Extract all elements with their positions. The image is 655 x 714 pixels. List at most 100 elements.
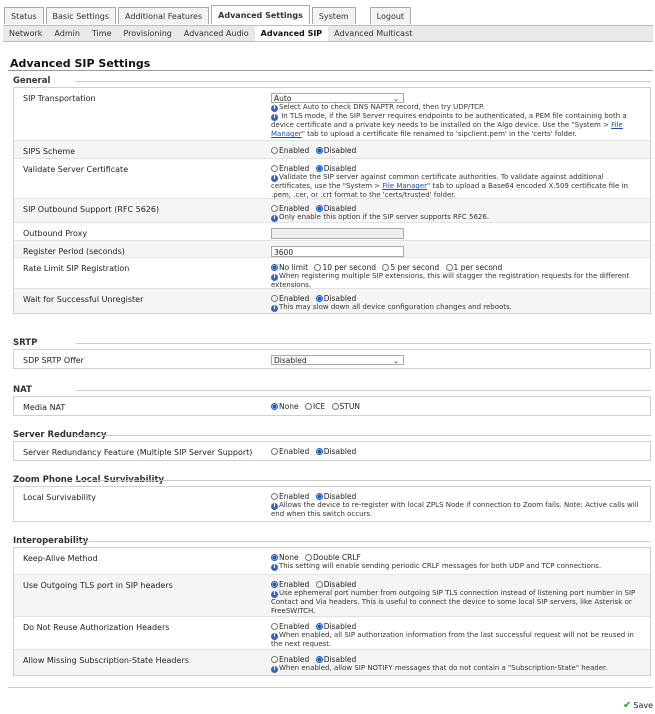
row-label: SIPS Scheme [23,147,76,156]
radio-no-limit[interactable]: No limit [271,263,308,272]
hint: i When enabled, all SIP authorization inf… [271,631,644,649]
chevron-down-icon: ⌄ [393,357,399,365]
radio-enabled[interactable]: Enabled [271,294,309,303]
hint: i When registering multiple SIP extension… [271,272,644,290]
radio-stun[interactable]: STUN [331,402,360,411]
hint: i In TLS mode, if the SIP Server require… [271,112,644,139]
radio-label: 5 per second [390,263,440,272]
row-outgoing-tls-port: Use Outgoing TLS port in SIP headers Ena… [14,575,650,617]
section-srtp: SRTP SDP SRTP Offer Disabled ⌄ [13,337,651,369]
radio-disabled[interactable]: Disabled [315,164,356,173]
row-label: Wait for Successful Unregister [23,295,144,304]
section-title-text: Server Redundancy [13,430,107,440]
radio-disabled[interactable]: Disabled [315,622,356,631]
radio-none[interactable]: None [271,402,299,411]
sip-transport-select[interactable]: Auto ⌄ [271,93,404,103]
radio-selected-icon [315,493,323,500]
radio-double-crlf[interactable]: Double CRLF [304,553,361,562]
sub-nav: Network Admin Time Provisioning Advanced… [3,25,653,42]
radio-disabled[interactable]: Disabled [315,204,356,213]
radio-label: Disabled [323,146,357,155]
radio-enabled[interactable]: Enabled [271,580,309,589]
subtab-time[interactable]: Time [86,26,118,41]
radio-disabled[interactable]: Disabled [315,294,356,303]
row-rate-limit: Rate Limit SIP Registration No limit 10 … [14,258,650,289]
row-label: Media NAT [23,403,66,412]
page-title: Advanced SIP Settings [10,57,151,70]
tab-advanced-settings[interactable]: Advanced Settings [211,5,310,24]
radio-enabled[interactable]: Enabled [271,492,309,501]
radio-label: Enabled [279,146,310,155]
radio-10-per-second[interactable]: 10 per second [314,263,376,272]
sdp-srtp-select[interactable]: Disabled ⌄ [271,355,404,365]
file-manager-link[interactable]: File Manager [382,182,427,190]
tab-additional-features[interactable]: Additional Features [118,7,210,24]
radio-label: STUN [339,402,360,411]
radio-label: 1 per second [453,263,503,272]
section-title-text: SRTP [13,338,38,348]
radio-disabled[interactable]: Disabled [315,447,357,456]
radio-1-per-second[interactable]: 1 per second [445,263,503,272]
radio-disabled[interactable]: Disabled [315,492,356,501]
radio-label: Enabled [279,492,310,501]
radio-disabled[interactable]: Disabled [315,655,356,664]
row-label: Register Period (seconds) [23,247,125,256]
radio-label: ICE [312,402,326,411]
row-value: Enabled Disabled i Only enable this optio… [271,204,644,222]
hint: i When enabled, allow SIP NOTIFY messages… [271,664,644,673]
row-value: 3600 [271,246,644,257]
radio-selected-icon [315,147,323,154]
save-button[interactable]: ✔ Save [623,700,653,711]
section-zoom-survivability: Zoom Phone Local Survivability Local Sur… [13,474,651,522]
subtab-advanced-audio[interactable]: Advanced Audio [178,26,255,41]
info-icon: i [271,564,278,571]
subtab-advanced-multicast[interactable]: Advanced Multicast [328,26,418,41]
radio-label: None [279,402,299,411]
tab-logout[interactable]: Logout [369,7,412,24]
radio-enabled[interactable]: Enabled [271,146,309,155]
radio-none[interactable]: None [271,553,299,562]
row-label: Rate Limit SIP Registration [23,264,130,273]
radio-enabled[interactable]: Enabled [271,204,309,213]
radio-enabled[interactable]: Enabled [271,164,309,173]
section-title-text: General [13,76,51,86]
radio-enabled[interactable]: Enabled [271,655,309,664]
radio-icon [271,295,278,302]
outbound-proxy-input[interactable] [271,228,404,239]
subtab-advanced-sip[interactable]: Advanced SIP [254,26,329,41]
register-period-input[interactable]: 3600 [271,246,404,257]
radio-selected-icon [315,295,323,302]
row-sip-outbound-support: SIP Outbound Support (RFC 5626) Enabled … [14,199,650,223]
hint: i Allows the device to re-register with l… [271,501,644,519]
row-label: SDP SRTP Offer [23,356,84,365]
radio-disabled[interactable]: Disabled [315,146,357,155]
row-keep-alive: Keep-Alive Method None Double CRLF i This… [14,548,650,575]
row-label: Local Survivability [23,493,96,502]
hint-text: Select Auto to check DNS NAPTR record, t… [279,103,485,111]
tab-system[interactable]: System [311,7,356,24]
tab-basic-settings[interactable]: Basic Settings [45,7,117,24]
subtab-network[interactable]: Network [3,26,48,41]
radio-label: Double CRLF [312,553,361,562]
info-icon: i [271,633,278,640]
radio-enabled[interactable]: Enabled [271,447,309,456]
radio-disabled[interactable]: Disabled [315,580,356,589]
tab-status[interactable]: Status [4,7,44,24]
info-icon: i [271,666,278,673]
info-icon: i [271,105,278,112]
section-title-text: Interoperability [13,536,89,546]
section-server-redundancy: Server Redundancy Server Redundancy Feat… [13,429,651,461]
radio-icon [445,264,453,271]
radio-ice[interactable]: ICE [304,402,326,411]
radio-label: Enabled [279,204,310,213]
radio-enabled[interactable]: Enabled [271,622,309,631]
hint-text: This setting will enable sending periodi… [279,562,602,570]
subtab-admin[interactable]: Admin [48,26,86,41]
row-label: Validate Server Certificate [23,165,129,174]
radio-5-per-second[interactable]: 5 per second [382,263,439,272]
subtab-provisioning[interactable]: Provisioning [117,26,177,41]
row-outbound-proxy: Outbound Proxy [14,223,650,241]
section-box: Media NAT None ICE STUN [13,396,651,416]
radio-label: Disabled [323,447,357,456]
radio-selected-icon [315,623,323,630]
